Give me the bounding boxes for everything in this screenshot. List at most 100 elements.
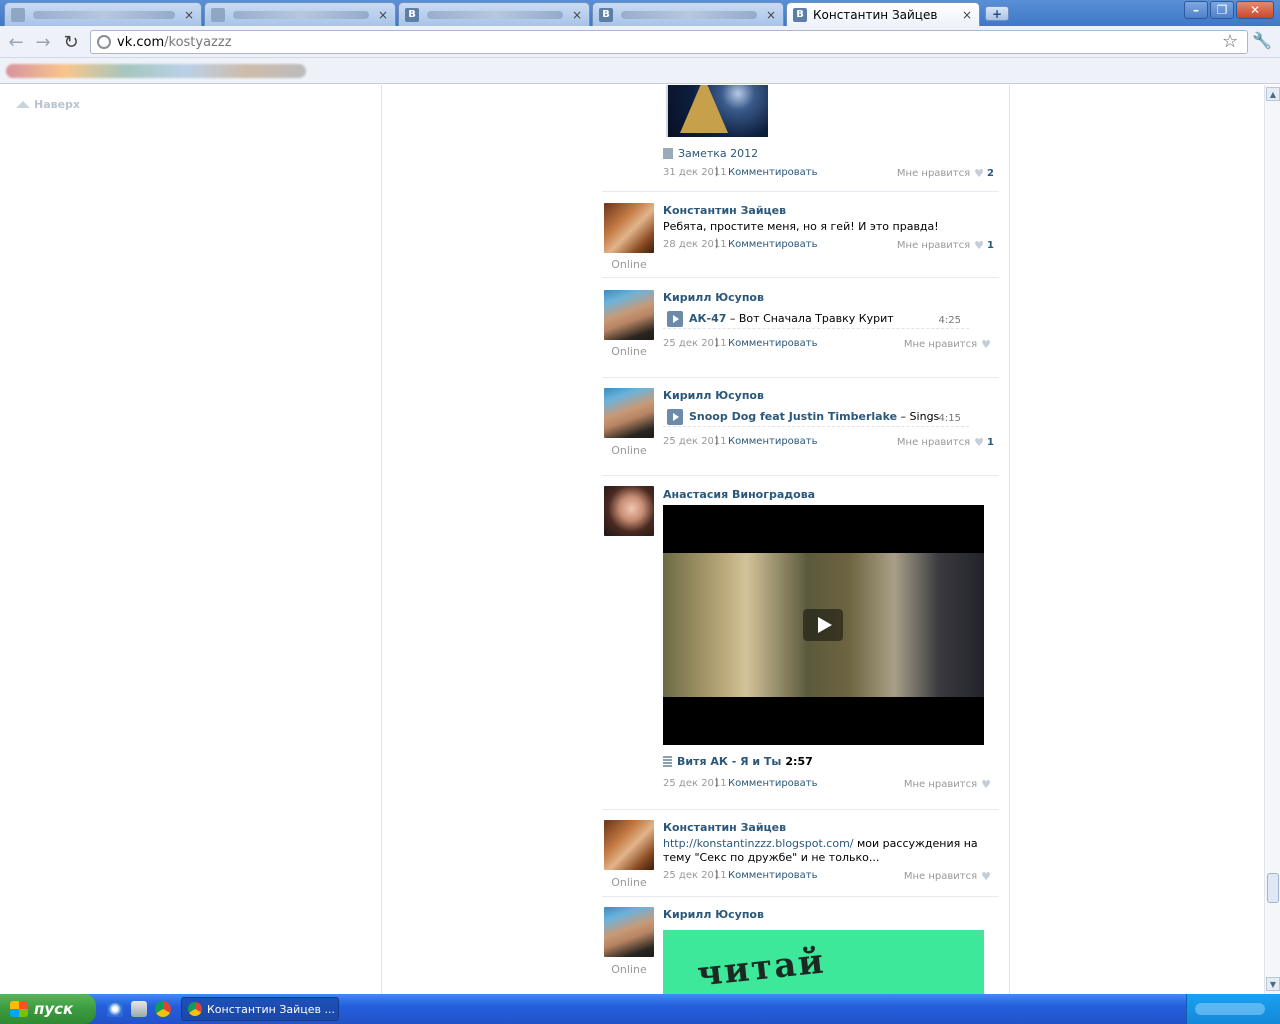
comment-link[interactable]: Комментировать bbox=[728, 338, 818, 349]
audio-track: АК-47 – Вот Сначала Травку Курит 4:25 bbox=[663, 309, 969, 329]
tab-close-icon[interactable]: × bbox=[183, 8, 195, 22]
post-text: http://konstantinzzz.blogspot.com/ мои р… bbox=[663, 837, 999, 865]
back-icon[interactable]: ← bbox=[5, 31, 27, 53]
bookmark-star-icon[interactable]: ☆ bbox=[1222, 31, 1238, 52]
tab-title: Константин Зайцев bbox=[813, 7, 938, 22]
browser-tab[interactable]: B × bbox=[592, 2, 784, 26]
like-button[interactable]: Мне нравится ♥ 1 bbox=[897, 239, 994, 252]
comment-link[interactable]: Комментировать bbox=[728, 167, 818, 178]
forward-icon[interactable]: → bbox=[32, 31, 54, 53]
site-info-icon[interactable] bbox=[97, 35, 111, 49]
to-top-link[interactable]: Наверх bbox=[16, 98, 80, 111]
like-label: Мне нравится bbox=[903, 871, 978, 882]
browser-toolbar: ← → ↻ vk.com /kostyazzz ☆ 🔧 bbox=[0, 26, 1280, 58]
heart-icon: ♥ bbox=[981, 778, 991, 791]
wrench-menu-icon[interactable]: 🔧 bbox=[1252, 31, 1272, 50]
audio-duration: 4:25 bbox=[938, 315, 961, 326]
tab-title-blurred bbox=[427, 10, 563, 19]
vertical-scrollbar[interactable]: ▲ ▼ bbox=[1264, 85, 1280, 994]
post-author[interactable]: Кирилл Юсупов bbox=[663, 908, 999, 921]
like-button[interactable]: Мне нравится ♥ bbox=[904, 870, 994, 883]
post-author[interactable]: Константин Зайцев bbox=[663, 821, 999, 834]
scroll-down-icon[interactable]: ▼ bbox=[1266, 977, 1280, 991]
video-play-icon[interactable] bbox=[803, 609, 843, 641]
chrome-icon[interactable] bbox=[155, 1001, 171, 1017]
online-status: Online bbox=[611, 345, 647, 358]
video-player[interactable] bbox=[663, 505, 984, 745]
christmas-tree-icon bbox=[680, 85, 728, 133]
heart-icon: ♥ bbox=[974, 436, 985, 449]
post-link[interactable]: http://konstantinzzz.blogspot.com/ bbox=[663, 837, 854, 850]
post-body: Кирилл Юсупов АК-47 – Вот Сначала Травку… bbox=[663, 291, 999, 352]
post-meta: 25 дек 2011 | Комментировать Мне нравитс… bbox=[663, 435, 994, 449]
browser-tab[interactable]: B × bbox=[398, 2, 590, 26]
new-tab-button[interactable]: + bbox=[985, 6, 1009, 21]
post-meta: 25 дек 2011 | Комментировать Мне нравитс… bbox=[663, 337, 999, 352]
reload-icon[interactable]: ↻ bbox=[60, 31, 82, 53]
comment-link[interactable]: Комментировать bbox=[728, 436, 818, 447]
avatar[interactable] bbox=[604, 203, 654, 253]
avatar[interactable] bbox=[604, 820, 654, 870]
internet-explorer-icon[interactable] bbox=[107, 1001, 123, 1017]
like-button[interactable]: Мне нравится ♥ 1 bbox=[897, 436, 994, 449]
tab-title-blurred bbox=[233, 10, 369, 19]
tab-close-icon[interactable]: × bbox=[765, 8, 777, 22]
like-button[interactable]: Мне нравится ♥ bbox=[904, 338, 994, 351]
windows-taskbar: пуск Константин Зайцев ... bbox=[0, 994, 1280, 1024]
play-icon[interactable] bbox=[667, 409, 683, 425]
tab-close-icon[interactable]: × bbox=[961, 8, 973, 22]
like-count: 1 bbox=[987, 240, 994, 251]
post-meta: 25 дек 2011 | Комментировать Мне нравитс… bbox=[663, 777, 999, 792]
vk-favicon-icon: B bbox=[793, 7, 807, 22]
quick-launch-icon[interactable] bbox=[131, 1001, 147, 1017]
scroll-up-icon[interactable]: ▲ bbox=[1266, 87, 1280, 101]
url-host: vk.com bbox=[117, 34, 165, 50]
maximize-button[interactable]: ❐ bbox=[1210, 1, 1234, 19]
heart-icon: ♥ bbox=[974, 167, 985, 180]
avatar[interactable] bbox=[604, 486, 654, 536]
browser-tab[interactable]: × bbox=[4, 2, 202, 26]
avatar[interactable] bbox=[604, 388, 654, 438]
address-bar[interactable]: vk.com /kostyazzz bbox=[90, 30, 1248, 54]
post-author[interactable]: Константин Зайцев bbox=[663, 204, 999, 217]
post-author[interactable]: Кирилл Юсупов bbox=[663, 389, 999, 402]
close-window-button[interactable]: ✕ bbox=[1236, 1, 1274, 19]
post-image[interactable]: читай bbox=[663, 930, 984, 994]
taskbar-window-button[interactable]: Константин Зайцев ... bbox=[181, 997, 339, 1021]
like-button[interactable]: Мне нравится ♥ 2 bbox=[897, 167, 994, 180]
wall-post: Online Константин Зайцев Ребята, простит… bbox=[602, 191, 999, 277]
comment-link[interactable]: Комментировать bbox=[728, 239, 818, 250]
tab-close-icon[interactable]: × bbox=[571, 8, 583, 22]
note-link[interactable]: Заметка 2012 bbox=[663, 147, 999, 160]
to-top-label: Наверх bbox=[34, 98, 81, 111]
like-label: Мне нравится bbox=[896, 240, 971, 251]
start-button[interactable]: пуск bbox=[0, 994, 96, 1024]
audio-artist[interactable]: Snoop Dog feat Justin Timberlake bbox=[689, 410, 897, 423]
tab-favicon-icon bbox=[211, 7, 225, 22]
avatar[interactable] bbox=[604, 290, 654, 340]
avatar[interactable] bbox=[604, 907, 654, 957]
tab-close-icon[interactable]: × bbox=[377, 8, 389, 22]
minimize-button[interactable]: – bbox=[1184, 1, 1208, 19]
scroll-thumb[interactable] bbox=[1267, 873, 1279, 903]
audio-title: – Sings bbox=[897, 410, 940, 423]
comment-link[interactable]: Комментировать bbox=[728, 870, 818, 881]
browser-tab[interactable]: × bbox=[204, 2, 396, 26]
tab-title-blurred bbox=[621, 10, 757, 19]
post-body: Кирилл Юсупов читай bbox=[663, 908, 999, 994]
page-viewport: Наверх Заметка 2012 31 дек 2011 | Коммен… bbox=[0, 85, 1264, 994]
video-link[interactable]: Витя АК - Я и Ты 2:57 bbox=[663, 755, 999, 768]
like-button[interactable]: Мне нравится ♥ bbox=[904, 778, 994, 791]
audio-artist[interactable]: АК-47 bbox=[689, 312, 726, 325]
wall-post: Заметка 2012 31 дек 2011 | Комментироват… bbox=[602, 85, 999, 191]
post-body: Заметка 2012 31 дек 2011 | Комментироват… bbox=[663, 147, 999, 181]
like-label: Мне нравится bbox=[896, 437, 971, 448]
post-author[interactable]: Анастасия Виноградова bbox=[663, 488, 999, 501]
note-thumbnail[interactable] bbox=[666, 85, 768, 137]
post-author[interactable]: Кирилл Юсупов bbox=[663, 291, 999, 304]
play-icon[interactable] bbox=[667, 311, 683, 327]
comment-link[interactable]: Комментировать bbox=[728, 778, 818, 789]
bookmarks-bar bbox=[0, 58, 1280, 84]
heart-icon: ♥ bbox=[981, 870, 991, 883]
browser-tab-active[interactable]: B Константин Зайцев × bbox=[786, 2, 980, 26]
